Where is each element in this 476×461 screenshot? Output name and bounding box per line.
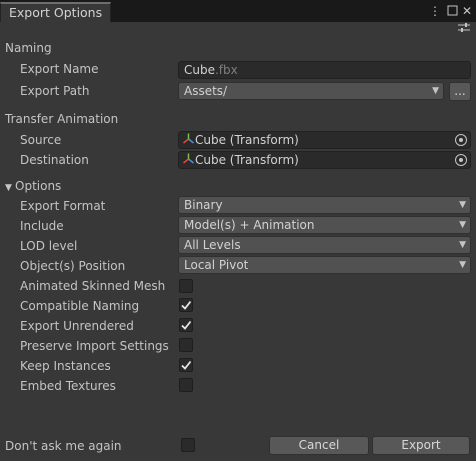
export-name-field[interactable]: Cube.fbx: [178, 61, 471, 79]
destination-label: Destination: [20, 153, 89, 167]
transform-icon: [183, 133, 195, 148]
checkmark-icon: [180, 320, 192, 334]
window-titlebar: Export Options ⋮ ✕: [0, 0, 476, 22]
export-format-value: Binary: [184, 198, 223, 212]
include-value: Model(s) + Animation: [184, 218, 315, 232]
object-position-value: Local Pivot: [184, 258, 249, 272]
lod-level-label: LOD level: [20, 239, 78, 253]
embed-textures-checkbox[interactable]: [179, 378, 193, 392]
maximize-icon[interactable]: [447, 3, 458, 21]
options-heading: Options: [15, 179, 62, 193]
lod-level-dropdown[interactable]: All Levels ▼: [178, 236, 471, 254]
preserve-import-settings-checkbox[interactable]: [179, 338, 193, 352]
object-position-dropdown[interactable]: Local Pivot ▼: [178, 256, 471, 274]
kebab-menu-icon[interactable]: ⋮: [429, 2, 441, 20]
cancel-button[interactable]: Cancel: [269, 436, 369, 455]
window-title: Export Options: [9, 5, 103, 20]
include-dropdown[interactable]: Model(s) + Animation ▼: [178, 216, 471, 234]
export-button[interactable]: Export: [372, 436, 470, 455]
export-format-dropdown[interactable]: Binary ▼: [178, 196, 471, 214]
dont-ask-checkbox[interactable]: [181, 438, 195, 452]
export-name-value: Cube: [184, 63, 215, 77]
chevron-down-icon: ▼: [459, 240, 466, 250]
animated-skinned-mesh-checkbox[interactable]: [179, 279, 193, 293]
animated-skinned-mesh-label: Animated Skinned Mesh: [20, 279, 166, 293]
transfer-animation-heading: Transfer Animation: [5, 112, 119, 126]
keep-instances-label: Keep Instances: [20, 359, 111, 373]
foldout-expanded-icon: ▼: [5, 183, 12, 193]
compatible-naming-checkbox[interactable]: [179, 298, 193, 312]
export-unrendered-checkbox[interactable]: [179, 318, 193, 332]
keep-instances-checkbox[interactable]: [179, 358, 193, 372]
dont-ask-label: Don't ask me again: [5, 439, 122, 453]
source-object-field[interactable]: Cube (Transform): [178, 131, 471, 149]
preset-sliders-icon[interactable]: [458, 22, 470, 36]
chevron-down-icon: ▼: [459, 220, 466, 230]
export-unrendered-label: Export Unrendered: [20, 319, 134, 333]
chevron-down-icon: ▼: [432, 86, 439, 96]
lod-level-value: All Levels: [184, 238, 241, 252]
naming-heading: Naming: [5, 41, 52, 55]
export-name-extension: .fbx: [214, 63, 238, 77]
transform-icon: [183, 153, 195, 168]
object-picker-icon[interactable]: [455, 134, 467, 146]
source-value: Cube (Transform): [195, 133, 299, 147]
export-path-label: Export Path: [20, 84, 90, 98]
checkmark-icon: [180, 360, 192, 374]
object-picker-icon[interactable]: [455, 154, 467, 166]
destination-value: Cube (Transform): [195, 153, 299, 167]
include-label: Include: [20, 219, 64, 233]
preserve-import-settings-label: Preserve Import Settings: [20, 339, 169, 353]
options-foldout[interactable]: ▼ Options: [5, 179, 61, 193]
export-path-value: Assets/: [184, 84, 228, 98]
window-tab[interactable]: Export Options: [0, 2, 112, 22]
compatible-naming-label: Compatible Naming: [20, 299, 140, 313]
close-icon[interactable]: ✕: [462, 2, 472, 20]
chevron-down-icon: ▼: [459, 200, 466, 210]
export-format-label: Export Format: [20, 199, 106, 213]
export-name-label: Export Name: [20, 62, 99, 76]
browse-button[interactable]: ...: [449, 82, 471, 101]
export-path-dropdown[interactable]: Assets/ ▼: [178, 82, 444, 100]
embed-textures-label: Embed Textures: [20, 379, 116, 393]
chevron-down-icon: ▼: [459, 260, 466, 270]
destination-object-field[interactable]: Cube (Transform): [178, 151, 471, 169]
object-position-label: Object(s) Position: [20, 259, 126, 273]
checkmark-icon: [180, 300, 192, 314]
source-label: Source: [20, 133, 62, 147]
